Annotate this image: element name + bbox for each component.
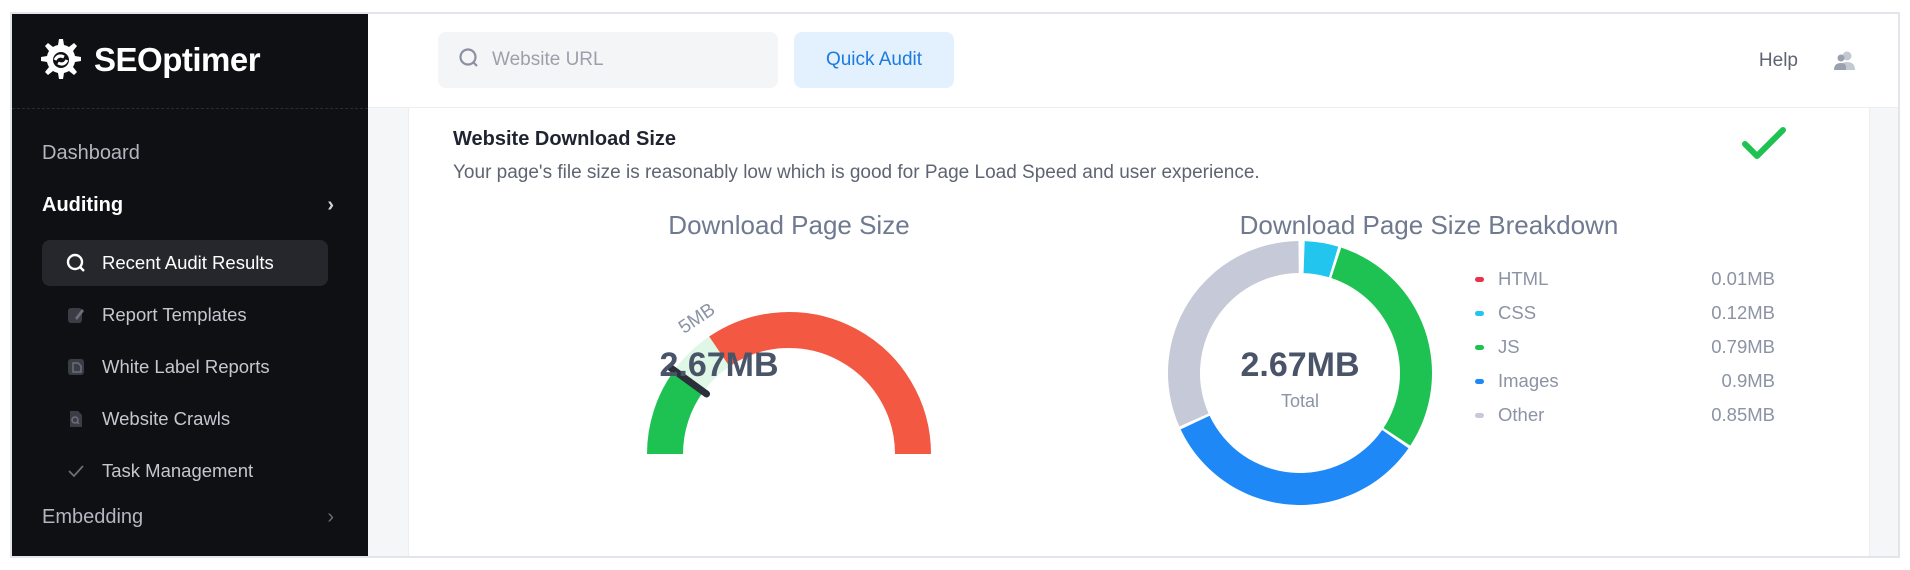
pencil-icon <box>66 305 86 325</box>
nav-section-auditing[interactable]: Auditing › <box>42 194 334 217</box>
legend-item[interactable]: CSS 0.12MB <box>1475 296 1775 330</box>
gauge-arc-filled <box>647 370 704 455</box>
chevron-right-icon: › <box>327 506 334 528</box>
search-box[interactable] <box>438 32 778 88</box>
topbar: Quick Audit Help <box>368 14 1898 108</box>
legend-swatch <box>1475 378 1484 384</box>
chevron-right-icon: › <box>327 194 334 216</box>
legend-label: CSS <box>1498 302 1537 323</box>
gauge-threshold-label: 5MB <box>675 299 719 338</box>
sidebar-item-website-crawls[interactable]: Website Crawls <box>42 396 328 442</box>
sidebar: SEOptimer Dashboard Auditing › Recent Au… <box>12 14 368 556</box>
quick-audit-button[interactable]: Quick Audit <box>794 32 954 88</box>
search-icon <box>66 253 86 273</box>
legend-item[interactable]: Images 0.9MB <box>1475 364 1775 398</box>
search-icon <box>458 47 480 74</box>
donut-center: 2.67MB Total <box>1165 346 1435 412</box>
logo[interactable]: SEOptimer <box>34 32 261 88</box>
donut-segment-css[interactable] <box>1303 241 1339 278</box>
help-link[interactable]: Help <box>1759 50 1798 72</box>
gauge-value: 2.67MB <box>659 346 779 384</box>
gauge-title: Download Page Size <box>668 210 910 240</box>
nav-section-label: Dashboard <box>42 142 140 164</box>
nav-section-dashboard[interactable]: Dashboard <box>42 142 334 165</box>
legend-label: HTML <box>1498 268 1549 289</box>
legend-value: 0.85MB <box>1711 404 1775 425</box>
legend-label: Other <box>1498 404 1545 425</box>
legend-item[interactable]: Other 0.85MB <box>1475 398 1775 432</box>
sidebar-item-white-label-reports[interactable]: White Label Reports <box>42 344 328 390</box>
users-icon[interactable] <box>1832 48 1858 74</box>
legend-value: 0.79MB <box>1711 336 1775 357</box>
nav-section-embedding[interactable]: Embedding › <box>42 506 334 529</box>
sidebar-item-label: White Label Reports <box>102 356 270 377</box>
sidebar-item-task-management[interactable]: Task Management <box>42 448 328 494</box>
legend-label: JS <box>1498 336 1520 357</box>
logo-icon <box>41 39 81 79</box>
legend-swatch <box>1475 344 1484 350</box>
donut-segment-images[interactable] <box>1180 415 1409 505</box>
checkmark-icon <box>1742 127 1786 159</box>
donut-total-label: Total <box>1280 391 1320 411</box>
legend-item[interactable]: JS 0.79MB <box>1475 330 1775 364</box>
check-icon <box>66 461 86 481</box>
legend-label: Images <box>1498 370 1559 391</box>
sidebar-item-label: Report Templates <box>102 304 247 325</box>
card-title: Website Download Size <box>453 128 676 150</box>
nav-section-label: Embedding <box>42 506 144 528</box>
card-description: Your page's file size is reasonably low … <box>453 162 1260 183</box>
document-icon <box>66 357 86 377</box>
legend-value: 0.01MB <box>1711 268 1775 289</box>
sidebar-item-label: Website Crawls <box>102 408 231 429</box>
chart-legend: HTML 0.01MB CSS 0.12MB JS 0.79MB Images … <box>1475 262 1775 432</box>
nav-section-label: Auditing <box>42 194 124 216</box>
legend-swatch <box>1475 310 1484 316</box>
legend-swatch <box>1475 412 1484 418</box>
brand-name: SEOptimer <box>94 41 261 78</box>
legend-item[interactable]: HTML 0.01MB <box>1475 262 1775 296</box>
download-size-card: Website Download Size Your page's file s… <box>408 108 1870 556</box>
legend-value: 0.9MB <box>1721 370 1775 391</box>
app-frame: SEOptimer Dashboard Auditing › Recent Au… <box>10 12 1900 558</box>
sidebar-item-recent-audit-results[interactable]: Recent Audit Results <box>42 240 328 286</box>
legend-swatch <box>1475 276 1484 282</box>
legend-value: 0.12MB <box>1711 302 1775 323</box>
breakdown-title: Download Page Size Breakdown <box>1239 210 1619 240</box>
website-url-input[interactable] <box>492 49 752 71</box>
sidebar-divider <box>12 108 368 109</box>
sidebar-item-report-templates[interactable]: Report Templates <box>42 292 328 338</box>
file-search-icon <box>66 409 86 429</box>
donut-total-value: 2.67MB <box>1240 346 1360 384</box>
sidebar-item-label: Recent Audit Results <box>102 252 274 273</box>
sidebar-item-label: Task Management <box>102 460 254 481</box>
